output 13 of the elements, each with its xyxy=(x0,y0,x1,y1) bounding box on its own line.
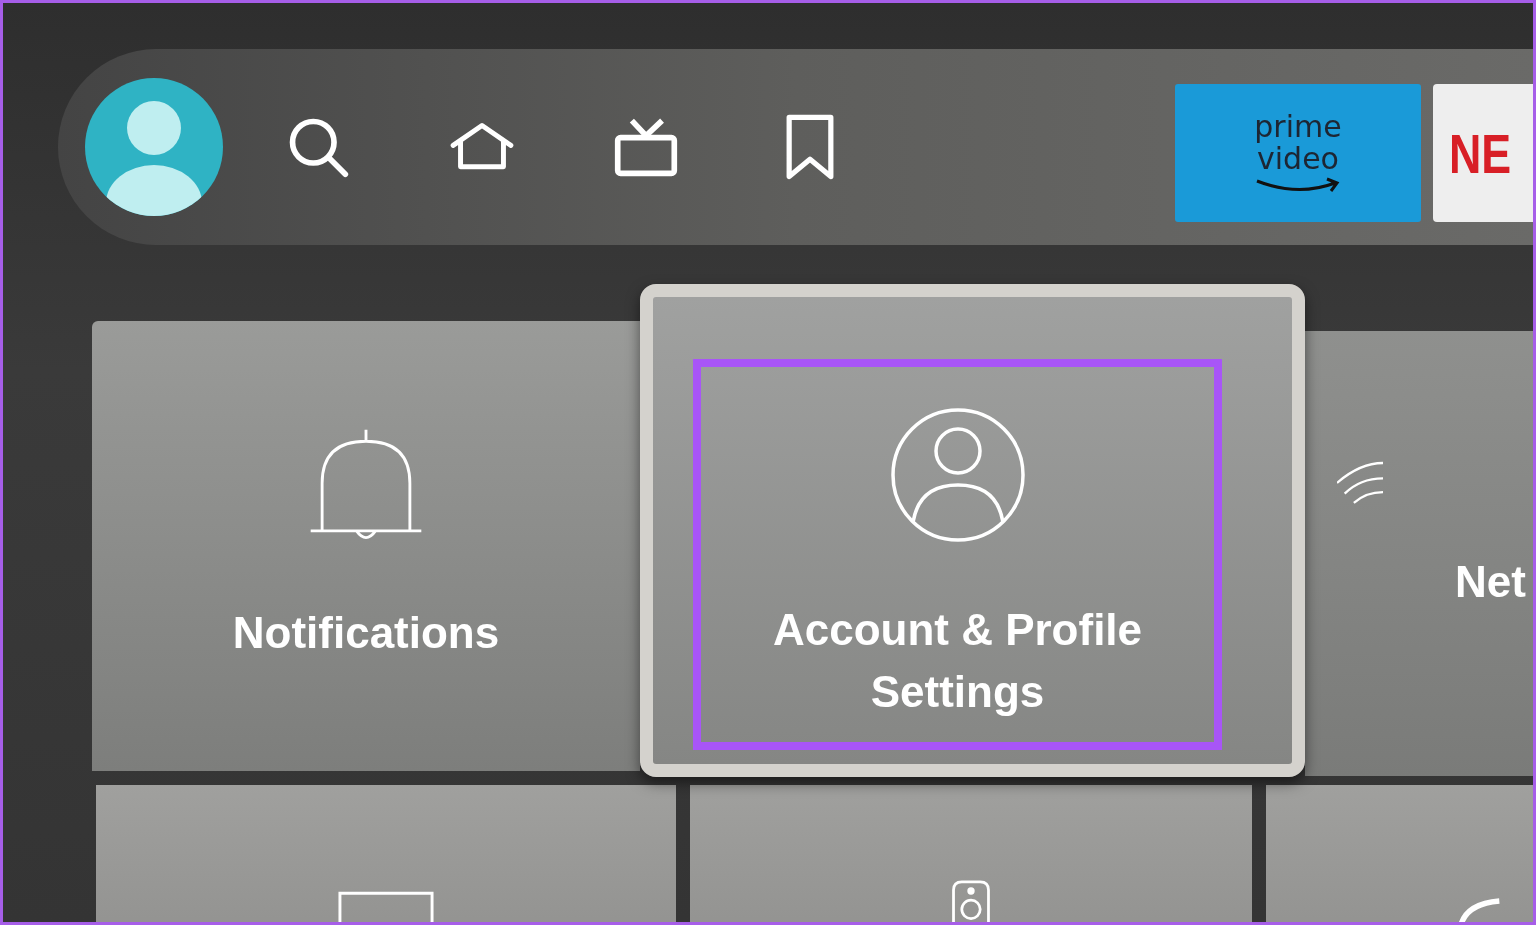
account-icon xyxy=(889,407,1026,543)
app-name: prime xyxy=(1254,111,1342,143)
tile-label: Account & Profile Settings xyxy=(771,604,1144,718)
display-icon xyxy=(337,890,435,922)
tile-label: Notifications xyxy=(231,607,501,659)
app-tile[interactable]: prime video xyxy=(1175,84,1421,222)
app-name: video xyxy=(1257,143,1339,175)
app-tile[interactable]: NE xyxy=(1433,84,1533,222)
settings-tile[interactable]: Account & Profile Settings xyxy=(640,284,1305,777)
settings-tile[interactable]: Notifications xyxy=(92,321,640,771)
settings-tile[interactable]: Net xyxy=(1305,331,1533,776)
profile-avatar-icon[interactable] xyxy=(85,78,223,216)
tile-label: Net xyxy=(1455,556,1526,608)
